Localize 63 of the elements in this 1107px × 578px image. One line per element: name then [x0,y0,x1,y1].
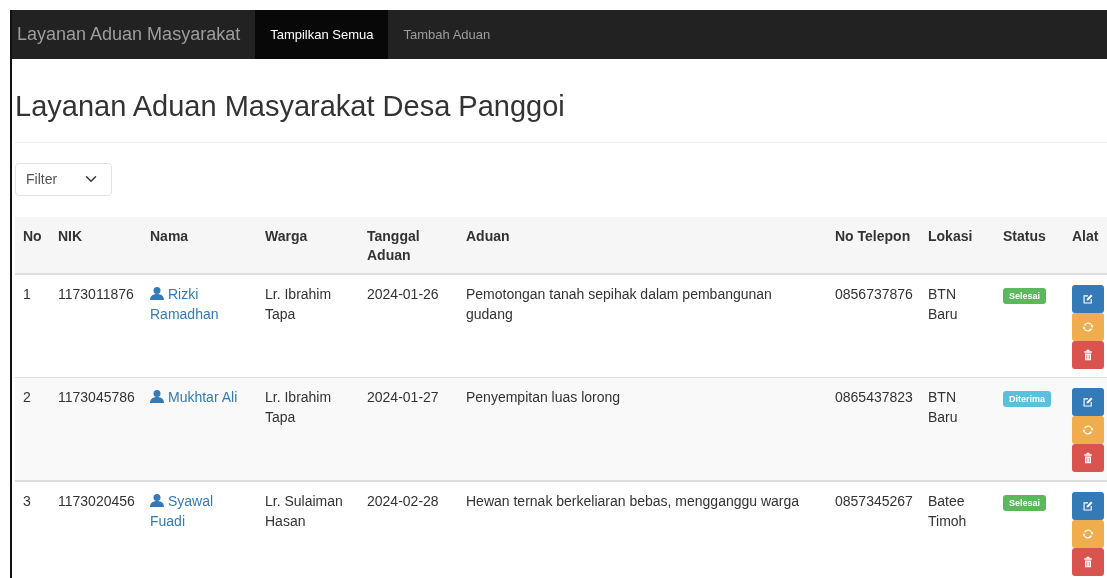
user-icon [150,388,164,403]
brand-title[interactable]: Layanan Aduan Masyarakat [12,10,256,59]
table-cell: Lr. Ibrahim Tapa [265,388,332,425]
column-header: Aduan [458,216,827,274]
update-button[interactable] [1072,312,1104,341]
table-cell: 2024-01-26 [367,285,439,302]
trash-icon [1082,555,1094,568]
refresh-icon [1082,423,1094,436]
edit-icon [1082,395,1094,408]
delete-button[interactable] [1072,443,1104,472]
table-cell: 1173020456 [58,492,135,509]
table-cell: Batee Timoh [928,492,967,529]
trash-icon [1082,348,1094,361]
table-cell: 0865437823 [835,388,913,405]
edit-button[interactable] [1072,387,1104,416]
table-cell: 2 [23,388,31,405]
update-button[interactable] [1072,415,1104,444]
table-cell: 2024-02-28 [367,492,439,509]
table-cell: Lr. Sulaiman Hasan [265,492,343,529]
column-header: Lokasi [920,216,995,274]
table-cell: Penyempitan luas lorong [466,388,621,405]
edit-icon [1082,499,1094,512]
column-header: Warga [257,216,359,274]
page-title: Layanan Aduan Masyarakat Desa Panggoi [15,89,566,124]
refresh-icon [1082,527,1094,540]
filter-dropdown[interactable]: Filter [15,162,112,196]
table-cell: 1 [23,285,31,302]
table-cell: BTN Baru [928,285,958,322]
table-cell: 3 [23,492,31,509]
status-badge: Selesai [1003,494,1047,511]
nav-tab[interactable]: Tampilkan Semua [255,10,389,59]
column-header: Tanggal Aduan [359,216,458,274]
trash-icon [1082,451,1094,464]
update-button[interactable] [1072,519,1104,548]
column-header: No [15,216,50,274]
column-header: NIK [50,216,142,274]
edit-icon [1082,292,1094,305]
user-icon [150,285,164,300]
name-link[interactable]: Syawal Fuadi [150,490,249,531]
name-link[interactable]: Mukhtar Ali [150,386,249,407]
column-header: Alat [1068,216,1107,274]
column-header: No Telepon [827,216,920,274]
column-header: Nama [142,216,257,274]
name-link[interactable]: Rizki Ramadhan [150,283,249,324]
table-cell: 1173045786 [58,388,135,405]
delete-button[interactable] [1072,340,1104,369]
table-cell: 1173011876 [58,285,134,302]
column-header: Status [995,216,1068,274]
table-cell: Pemotongan tanah sepihak dalam pembangunan gudang [466,285,772,322]
table-cell: 0856737876 [835,285,913,302]
delete-button[interactable] [1072,547,1104,576]
table-cell: Lr. Ibrahim Tapa [265,285,332,322]
edit-button[interactable] [1072,491,1104,520]
refresh-icon [1082,320,1094,333]
status-badge: Diterima [1003,390,1051,407]
nav-tab[interactable]: Tambah Aduan [388,10,506,59]
status-badge: Selesai [1003,287,1047,304]
table-cell: BTN Baru [928,388,958,425]
user-icon [150,492,164,507]
table-cell: Hewan ternak berkeliaran bebas, mengganggu warga [466,492,800,509]
table-cell: 0857345267 [835,492,913,509]
table-cell: 2024-01-27 [367,388,439,405]
edit-button[interactable] [1072,284,1104,313]
